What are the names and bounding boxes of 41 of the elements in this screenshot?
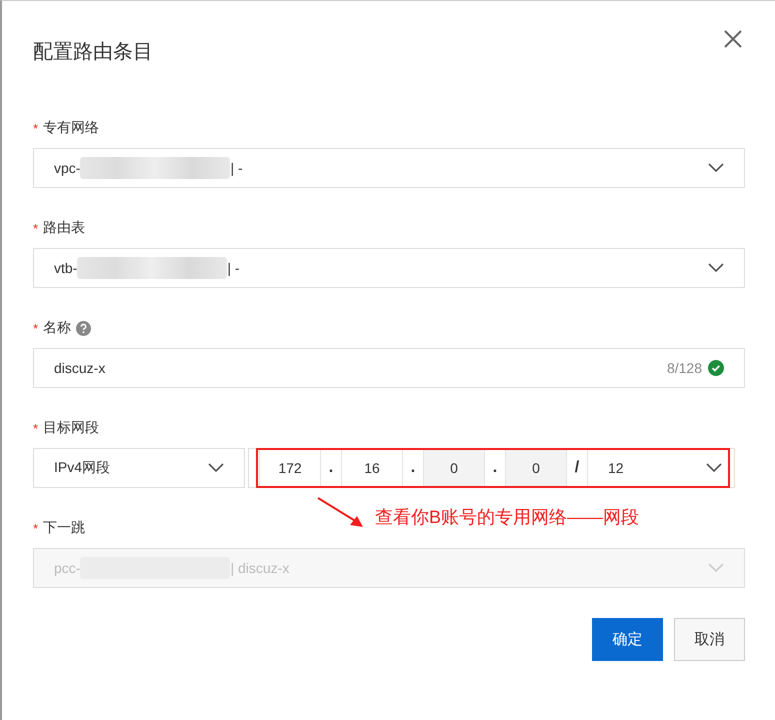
select-value: vpc-	[54, 160, 80, 176]
select-field[interactable]: vpc- | -	[33, 148, 745, 188]
required-mark: *	[33, 120, 38, 136]
close-icon[interactable]	[723, 29, 743, 49]
field-label: 路由表	[43, 219, 86, 237]
select-value: pcc-	[54, 560, 80, 576]
dialog-title: 配置路由条目	[33, 40, 153, 64]
field-label: 目标网段	[43, 419, 100, 437]
separator: .	[492, 459, 498, 477]
field-label: 下一跳	[43, 519, 86, 537]
chevron-down-icon	[708, 163, 724, 173]
select-value: | -	[227, 260, 240, 276]
annotation-text: 查看你B账号的专用网络——网段	[375, 506, 640, 529]
confirm-button[interactable]: 确定	[592, 618, 663, 661]
cancel-button[interactable]: 取消	[674, 618, 745, 661]
separator: .	[410, 459, 416, 477]
select-value: | discuz-x	[230, 560, 290, 576]
chevron-down-icon	[706, 463, 722, 473]
required-mark: *	[33, 520, 38, 536]
select-value: IPv4网段	[54, 459, 110, 477]
chevron-down-icon	[208, 463, 224, 473]
type-select[interactable]: IPv4网段	[33, 448, 245, 488]
required-mark: *	[33, 320, 38, 336]
chevron-down-icon	[708, 263, 724, 273]
char-counter: 8/128	[666, 360, 702, 376]
separator: /	[574, 459, 580, 477]
octet-field[interactable]: 16	[341, 449, 403, 487]
field-value: discuz-x	[54, 360, 106, 376]
select-field[interactable]: vtb- | -	[33, 248, 745, 288]
arrow	[317, 497, 365, 529]
required-mark: *	[33, 420, 38, 436]
required-mark: *	[33, 220, 38, 236]
select-value: | -	[230, 160, 243, 176]
name-field[interactable]: discuz-x 8/128	[33, 348, 745, 388]
separator: .	[328, 459, 334, 477]
mask-select[interactable]: 12	[587, 449, 728, 487]
chevron-down-icon	[708, 563, 724, 573]
field-label: 专有网络	[43, 119, 100, 137]
field-label: 名称	[43, 319, 72, 337]
select-value: vtb-	[54, 260, 78, 276]
octet-field[interactable]: 172	[259, 449, 321, 487]
